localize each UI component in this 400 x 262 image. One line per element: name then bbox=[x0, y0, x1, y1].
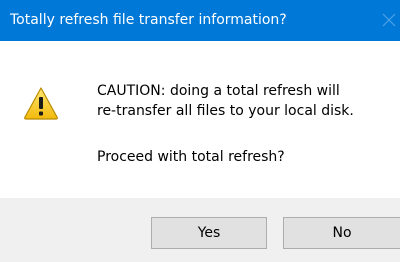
close-icon[interactable] bbox=[378, 9, 400, 31]
title-bar: Totally refresh file transfer informatio… bbox=[0, 0, 400, 41]
window-title: Totally refresh file transfer informatio… bbox=[10, 12, 287, 28]
warning-icon bbox=[23, 86, 59, 120]
button-bar: Yes No bbox=[0, 198, 400, 262]
caution-message: CAUTION: doing a total refresh will re-t… bbox=[97, 81, 354, 121]
caution-line-1: CAUTION: doing a total refresh will bbox=[97, 83, 340, 99]
yes-button[interactable]: Yes bbox=[151, 217, 267, 249]
no-button[interactable]: No bbox=[283, 217, 400, 249]
dialog-content: CAUTION: doing a total refresh will re-t… bbox=[0, 41, 400, 198]
caution-line-2: re-transfer all files to your local disk… bbox=[97, 103, 354, 119]
confirm-dialog: Totally refresh file transfer informatio… bbox=[0, 0, 400, 262]
confirmation-question: Proceed with total refresh? bbox=[97, 149, 285, 165]
